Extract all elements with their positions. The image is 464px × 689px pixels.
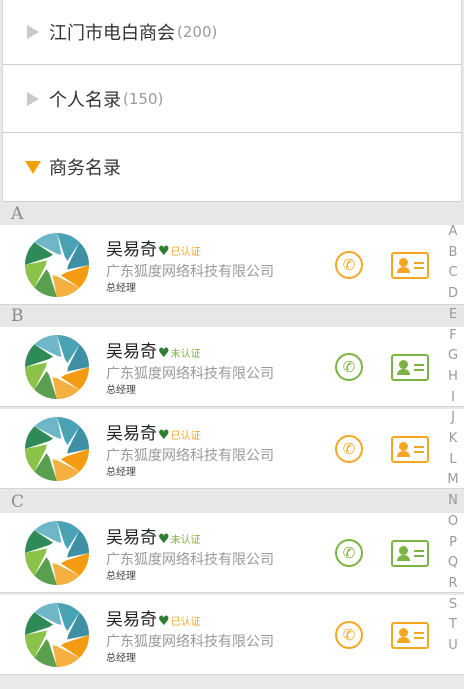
section-header-a: A xyxy=(0,203,464,225)
heart-icon: ♥ xyxy=(158,244,170,259)
contact-company: 广东狐度网络科技有限公司 xyxy=(106,448,274,464)
alphabet-index[interactable]: ABCDEFGHIJKLMNOPQRSTU xyxy=(446,222,460,657)
group-name: 商务名录 xyxy=(49,158,121,179)
aperture-logo-icon xyxy=(24,334,90,400)
heart-icon: ♥ xyxy=(158,428,170,443)
index-letter[interactable]: R xyxy=(446,574,460,595)
group-count: (150) xyxy=(123,89,164,108)
index-letter[interactable]: O xyxy=(446,512,460,533)
phone-icon[interactable]: ✆ xyxy=(335,621,363,649)
contact-name-text: 吴易奇 xyxy=(106,342,157,362)
contact-name: 吴易奇♥未认证 xyxy=(106,523,201,548)
index-letter[interactable]: B xyxy=(446,243,460,264)
contact-title: 总经理 xyxy=(106,571,136,582)
group-personal[interactable]: 个人名录 (150) xyxy=(2,65,462,133)
group-business[interactable]: 商务名录 xyxy=(2,133,462,202)
index-letter[interactable]: E xyxy=(446,305,460,326)
group-jiangmen[interactable]: 江门市电白商会 (200) xyxy=(2,0,462,65)
heart-icon: ♥ xyxy=(158,614,170,629)
business-card-icon[interactable] xyxy=(391,354,429,381)
index-letter[interactable]: G xyxy=(446,346,460,367)
phone-icon[interactable]: ✆ xyxy=(335,539,363,567)
group-count: (200) xyxy=(177,23,218,41)
section-header-b: B xyxy=(0,305,464,327)
phone-icon[interactable]: ✆ xyxy=(335,435,363,463)
aperture-logo-icon xyxy=(24,232,90,298)
contact-name-text: 吴易奇 xyxy=(106,528,157,548)
contact-row[interactable]: 吴易奇♥已认证 广东狐度网络科技有限公司 总经理 ✆ xyxy=(0,595,464,675)
contact-name: 吴易奇♥已认证 xyxy=(106,419,201,444)
contact-company: 广东狐度网络科技有限公司 xyxy=(106,634,274,650)
contact-name-text: 吴易奇 xyxy=(106,610,157,630)
contact-title: 总经理 xyxy=(106,283,136,294)
index-letter[interactable]: T xyxy=(446,615,460,636)
triangle-down-icon xyxy=(25,160,41,174)
contact-title: 总经理 xyxy=(106,653,136,664)
index-letter[interactable]: I xyxy=(446,388,460,409)
contact-row[interactable]: 吴易奇♥已认证 广东狐度网络科技有限公司 总经理 ✆ xyxy=(0,409,464,489)
aperture-logo-icon xyxy=(24,602,90,668)
heart-icon: ♥ xyxy=(158,346,170,361)
group-name: 江门市电白商会 xyxy=(49,23,175,44)
aperture-logo-icon xyxy=(24,520,90,586)
business-card-icon[interactable] xyxy=(391,252,429,279)
contact-company: 广东狐度网络科技有限公司 xyxy=(106,366,274,382)
contact-name-text: 吴易奇 xyxy=(106,424,157,444)
contact-company: 广东狐度网络科技有限公司 xyxy=(106,264,274,280)
index-letter[interactable]: J xyxy=(446,408,460,429)
contact-row[interactable]: 吴易奇♥未认证 广东狐度网络科技有限公司 总经理 ✆ xyxy=(0,513,464,593)
triangle-right-icon xyxy=(27,91,39,106)
business-card-icon[interactable] xyxy=(391,540,429,567)
verify-badge: 未认证 xyxy=(170,535,201,546)
index-letter[interactable]: F xyxy=(446,326,460,347)
index-letter[interactable]: S xyxy=(446,595,460,616)
index-letter[interactable]: N xyxy=(446,491,460,512)
contact-name-text: 吴易奇 xyxy=(106,240,157,260)
verify-badge: 未认证 xyxy=(170,349,201,360)
triangle-right-icon xyxy=(27,25,39,39)
phone-icon[interactable]: ✆ xyxy=(335,251,363,279)
business-card-icon[interactable] xyxy=(391,436,429,463)
verify-badge: 已认证 xyxy=(170,247,201,258)
contact-name: 吴易奇♥已认证 xyxy=(106,605,201,630)
phone-icon[interactable]: ✆ xyxy=(335,353,363,381)
index-letter[interactable]: L xyxy=(446,450,460,471)
verify-badge: 已认证 xyxy=(170,431,201,442)
aperture-logo-icon xyxy=(24,416,90,482)
index-letter[interactable]: A xyxy=(446,222,460,243)
index-letter[interactable]: C xyxy=(446,263,460,284)
index-letter[interactable]: D xyxy=(446,284,460,305)
group-name: 个人名录 xyxy=(49,89,121,111)
index-letter[interactable]: Q xyxy=(446,553,460,574)
section-header-c: C xyxy=(0,491,464,513)
heart-icon: ♥ xyxy=(158,532,170,547)
index-letter[interactable]: H xyxy=(446,367,460,388)
verify-badge: 已认证 xyxy=(170,617,201,628)
contact-title: 总经理 xyxy=(106,385,136,396)
index-letter[interactable]: U xyxy=(446,636,460,657)
contact-name: 吴易奇♥已认证 xyxy=(106,235,201,260)
business-card-icon[interactable] xyxy=(391,622,429,649)
contact-row[interactable]: 吴易奇♥已认证 广东狐度网络科技有限公司 总经理 ✆ xyxy=(0,225,464,305)
index-letter[interactable]: P xyxy=(446,533,460,554)
index-letter[interactable]: M xyxy=(446,470,460,491)
contact-title: 总经理 xyxy=(106,467,136,478)
contact-company: 广东狐度网络科技有限公司 xyxy=(106,552,274,568)
contact-name: 吴易奇♥未认证 xyxy=(106,337,201,362)
index-letter[interactable]: K xyxy=(446,429,460,450)
contact-row[interactable]: 吴易奇♥未认证 广东狐度网络科技有限公司 总经理 ✆ xyxy=(0,327,464,407)
